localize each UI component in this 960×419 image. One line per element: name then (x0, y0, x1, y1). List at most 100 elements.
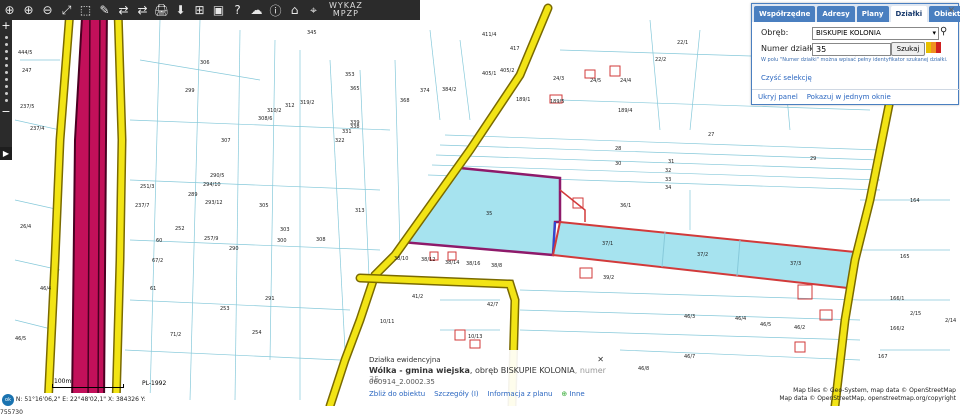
svg-text:24/4: 24/4 (620, 78, 631, 84)
svg-text:46/4: 46/4 (40, 286, 51, 292)
details-link[interactable]: Szczegóły (I) (434, 390, 479, 398)
hint-text: W polu "Numer działki" można wpisać pełn… (761, 57, 948, 63)
zoom-out-icon[interactable]: ⊖ (38, 0, 57, 20)
panel-footer: Ukryj panel Pokazuj w jednym oknie (752, 89, 960, 101)
svg-text:308/6: 308/6 (258, 116, 272, 122)
zoom-bar: + − ▶ (0, 20, 12, 160)
svg-text:38/16: 38/16 (466, 261, 480, 267)
one-window-link[interactable]: Pokazuj w jednym oknie (807, 93, 891, 101)
svg-text:167: 167 (878, 354, 888, 360)
legend-icon[interactable]: ▣ (209, 0, 228, 20)
svg-text:30: 30 (615, 161, 621, 167)
svg-text:166/2: 166/2 (890, 326, 904, 332)
zoom-in-button[interactable]: + (0, 20, 12, 32)
home-icon[interactable]: ⌂ (285, 0, 304, 20)
search-icon[interactable]: ⚲ (940, 26, 947, 37)
svg-text:29: 29 (810, 156, 816, 162)
menu-icon[interactable]: ⊕ (0, 0, 19, 20)
play-icon[interactable]: ▶ (0, 147, 12, 160)
tab-obiekty[interactable]: Obiekty (929, 6, 960, 22)
draw-icon[interactable]: ✎ (95, 0, 114, 20)
svg-text:46/8: 46/8 (638, 366, 649, 372)
more-link[interactable]: Inne (569, 390, 584, 398)
search-button[interactable]: Szukaj (891, 42, 925, 56)
svg-text:290: 290 (229, 246, 239, 252)
full-extent-icon[interactable]: ⤢ (57, 0, 76, 20)
dzialka-input[interactable]: 35 (812, 43, 891, 56)
svg-text:24/5: 24/5 (590, 78, 601, 84)
crs-label[interactable]: PL-1992 (142, 380, 166, 387)
svg-text:28: 28 (615, 146, 621, 152)
tab-plany[interactable]: Plany (856, 6, 889, 22)
svg-text:37/1: 37/1 (602, 241, 613, 247)
dzialka-label: Numer działki: (761, 44, 819, 53)
tab-wspolrzedne[interactable]: Współrzędne (754, 6, 816, 22)
tab-adresy[interactable]: Adresy (817, 6, 855, 22)
svg-text:46/7: 46/7 (684, 354, 695, 360)
ok-button[interactable]: ok (2, 394, 14, 406)
svg-text:46/2: 46/2 (794, 325, 805, 331)
panel-close-icon[interactable]: ✕ (947, 6, 955, 16)
svg-text:34: 34 (665, 185, 671, 191)
svg-text:312: 312 (285, 103, 295, 109)
zoom-out-button[interactable]: − (0, 106, 12, 118)
help-icon[interactable]: ? (228, 0, 247, 20)
svg-text:33: 33 (665, 177, 671, 183)
svg-text:290/5: 290/5 (210, 173, 224, 179)
svg-text:189/1: 189/1 (516, 97, 530, 103)
svg-text:384/2: 384/2 (442, 87, 456, 93)
attribution-line2: Map data © OpenStreetMap, openstreetmap.… (779, 395, 956, 402)
locate-icon[interactable]: ⌖ (304, 0, 323, 20)
svg-text:2/14: 2/14 (945, 318, 956, 324)
svg-text:313: 313 (355, 208, 365, 214)
measure-icon[interactable]: ⇄ (114, 0, 133, 20)
print-icon[interactable]: 🖨 (152, 0, 171, 20)
svg-text:46/5: 46/5 (15, 336, 26, 342)
svg-text:365: 365 (350, 86, 360, 92)
parcel-info-popup: Działka ewidencyjna ✕ Wólka - gmina wiej… (362, 350, 610, 406)
svg-text:22/1: 22/1 (677, 40, 688, 46)
svg-text:405/2: 405/2 (500, 68, 514, 74)
chevron-down-icon: ▾ (932, 29, 936, 37)
info-place: Wólka - gmina wiejska (369, 366, 470, 375)
svg-text:46/3: 46/3 (684, 314, 695, 320)
map-attribution: Map tiles © Geo-System, map data © OpenS… (779, 387, 956, 403)
zoom-to-object-link[interactable]: Zbliż do obiektu (369, 390, 425, 398)
svg-text:254: 254 (252, 330, 262, 336)
svg-text:307: 307 (221, 138, 231, 144)
svg-text:251/3: 251/3 (140, 184, 154, 190)
svg-text:32: 32 (665, 168, 671, 174)
layers-icon[interactable]: ⊞ (190, 0, 209, 20)
svg-text:36/1: 36/1 (620, 203, 631, 209)
tab-dzialki[interactable]: Działki (890, 6, 928, 22)
scale-label: 100m (54, 378, 72, 385)
svg-text:24/3: 24/3 (553, 76, 564, 82)
svg-text:310/2: 310/2 (267, 108, 281, 114)
hide-panel-link[interactable]: Ukryj panel (758, 93, 798, 101)
info-close-icon[interactable]: ✕ (597, 355, 604, 364)
svg-text:300: 300 (277, 238, 287, 244)
svg-text:27: 27 (708, 132, 714, 138)
add-icon: ⊕ (561, 390, 568, 398)
svg-text:2/15: 2/15 (910, 311, 921, 317)
cloud-icon[interactable]: ☁ (247, 0, 266, 20)
zoom-in-icon[interactable]: ⊕ (19, 0, 38, 20)
download-icon[interactable]: ⬇ (171, 0, 190, 20)
clear-selection-link[interactable]: Czyść selekcję (761, 74, 812, 82)
svg-text:293/12: 293/12 (205, 200, 223, 206)
svg-text:303: 303 (280, 227, 290, 233)
select-area-icon[interactable]: ⬚ (76, 0, 95, 20)
svg-text:411/4: 411/4 (482, 32, 496, 38)
svg-text:308: 308 (316, 237, 326, 243)
plan-info-link[interactable]: Informacja z planu (488, 390, 553, 398)
link-icon[interactable]: ⇄ (133, 0, 152, 20)
svg-text:353: 353 (345, 72, 355, 78)
svg-text:237/4: 237/4 (30, 126, 44, 132)
svg-text:294/10: 294/10 (203, 182, 221, 188)
svg-text:237/7: 237/7 (135, 203, 149, 209)
warning-icon[interactable]: ⓘ (266, 0, 285, 20)
obreb-value: BISKUPIE KOLONIA (816, 29, 881, 37)
obreb-select[interactable]: BISKUPIE KOLONIA ▾ (812, 27, 939, 40)
svg-text:37/2: 37/2 (697, 252, 708, 258)
svg-text:291: 291 (265, 296, 275, 302)
